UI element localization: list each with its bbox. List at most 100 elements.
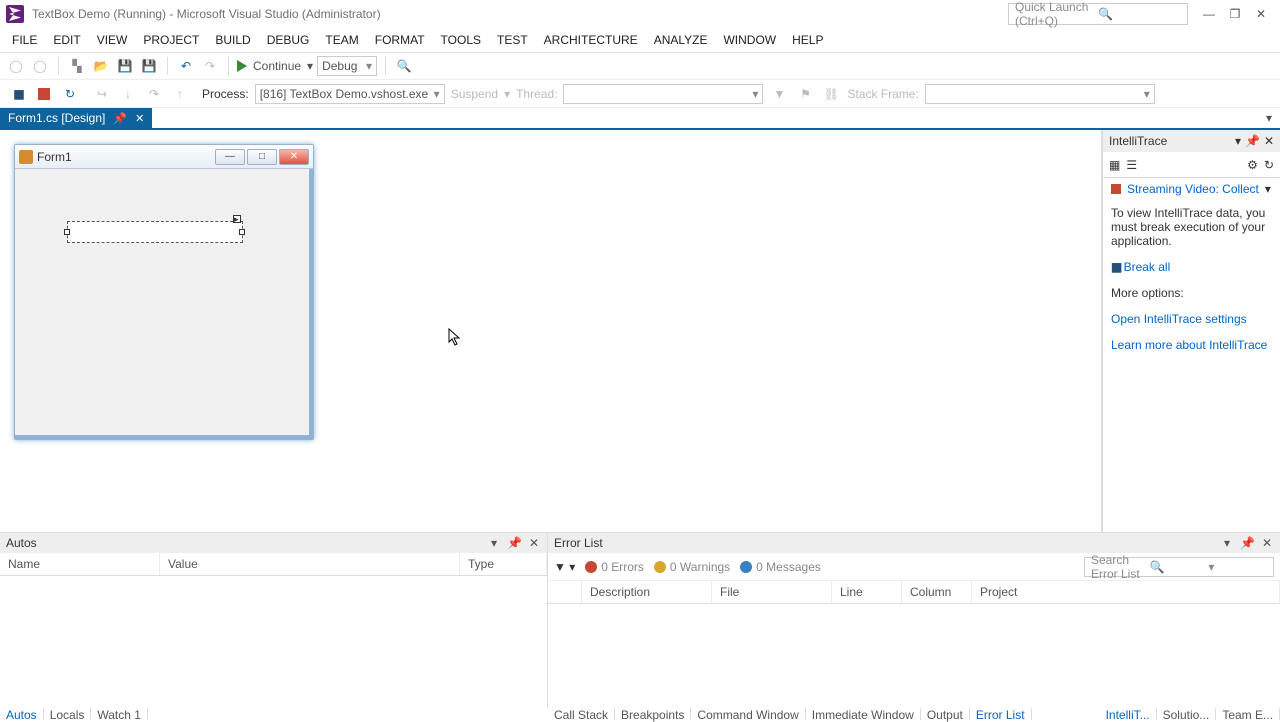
tab-output[interactable]: Output [921, 708, 970, 720]
continue-button[interactable]: Continue ▾ [237, 59, 313, 73]
menu-project[interactable]: PROJECT [135, 29, 207, 51]
open-file-button[interactable]: 📂 [91, 56, 111, 76]
panel-pin-icon[interactable]: 📌 [507, 536, 521, 550]
err-col-column[interactable]: Column [902, 581, 972, 603]
tab-callstack[interactable]: Call Stack [548, 708, 615, 720]
menu-help[interactable]: HELP [784, 29, 831, 51]
minimize-button[interactable]: — [1196, 4, 1222, 24]
resize-handle-left[interactable] [64, 229, 70, 235]
undo-button[interactable]: ↶ [176, 56, 196, 76]
autos-col-type[interactable]: Type [460, 553, 547, 575]
panel-close-icon[interactable]: ✕ [527, 536, 541, 550]
open-settings-link[interactable]: Open IntelliTrace settings [1103, 306, 1280, 332]
nav-back-button[interactable]: ◯ [6, 56, 26, 76]
filter-icon[interactable]: ▼ [769, 84, 789, 104]
tab-dropdown-icon[interactable]: ▾ [1258, 108, 1280, 128]
step-into-button[interactable]: ↓ [118, 84, 138, 104]
menu-team[interactable]: TEAM [317, 29, 366, 51]
it-settings-icon[interactable]: ⚙ [1247, 158, 1258, 172]
smart-tag-glyph[interactable] [233, 215, 241, 223]
menu-test[interactable]: TEST [489, 29, 536, 51]
threads-icon[interactable]: ⛓ [821, 84, 841, 104]
it-list-button[interactable]: ☰ [1126, 158, 1137, 172]
quick-launch-input[interactable]: Quick Launch (Ctrl+Q) 🔍 [1008, 3, 1188, 25]
tab-locals[interactable]: Locals [44, 708, 92, 720]
stop-button[interactable] [34, 84, 54, 104]
textbox-control[interactable] [67, 221, 243, 243]
step-over-button[interactable]: ↷ [144, 84, 164, 104]
save-all-button[interactable]: 💾 [139, 56, 159, 76]
pin-icon[interactable]: 📌 [113, 112, 127, 125]
panel-dropdown-icon[interactable]: ▾ [1235, 134, 1241, 148]
document-tab[interactable]: Form1.cs [Design] 📌 ✕ [0, 108, 152, 128]
form-client-area[interactable] [15, 169, 313, 439]
stackframe-combo[interactable]: ▾ [925, 84, 1155, 104]
panel-close-icon[interactable]: ✕ [1260, 536, 1274, 550]
tab-close-icon[interactable]: ✕ [135, 112, 144, 125]
panel-close-icon[interactable]: ✕ [1264, 134, 1274, 148]
restore-button[interactable]: ❐ [1222, 4, 1248, 24]
autos-col-name[interactable]: Name [0, 553, 160, 575]
new-project-button[interactable]: ▚ [67, 56, 87, 76]
restart-button[interactable]: ↻ [60, 84, 80, 104]
learn-more-link[interactable]: Learn more about IntelliTrace [1103, 332, 1280, 358]
panel-pin-icon[interactable]: 📌 [1245, 134, 1260, 148]
show-next-button[interactable]: ↪ [92, 84, 112, 104]
menu-debug[interactable]: DEBUG [259, 29, 318, 51]
resize-handle-right[interactable] [239, 229, 245, 235]
it-refresh-icon[interactable]: ↻ [1264, 158, 1274, 172]
form-close-button[interactable]: ✕ [279, 149, 309, 165]
err-col-description[interactable]: Description [582, 581, 712, 603]
errors-toggle[interactable]: 0 Errors [585, 560, 644, 574]
config-combo[interactable]: Debug ▾ [317, 56, 377, 76]
menu-edit[interactable]: EDIT [45, 29, 88, 51]
pause-icon: ▮▮ [1111, 260, 1120, 274]
messages-toggle[interactable]: 0 Messages [740, 560, 821, 574]
menu-view[interactable]: VIEW [89, 29, 136, 51]
pause-button[interactable]: ▮▮ [8, 84, 28, 104]
tab-immediate[interactable]: Immediate Window [806, 708, 921, 720]
streaming-video-row[interactable]: Streaming Video: Collect ▾ [1103, 178, 1280, 200]
err-col-file[interactable]: File [712, 581, 832, 603]
redo-button[interactable]: ↷ [200, 56, 220, 76]
err-col-line[interactable]: Line [832, 581, 902, 603]
menu-build[interactable]: BUILD [207, 29, 258, 51]
menu-format[interactable]: FORMAT [367, 29, 433, 51]
break-all-link[interactable]: ▮▮ Break all [1103, 254, 1280, 280]
find-in-files-button[interactable]: 🔍 [394, 56, 414, 76]
form-designer-window[interactable]: Form1 — □ ✕ [14, 144, 314, 440]
it-view-button[interactable]: ▦ [1109, 158, 1120, 172]
tab-errorlist[interactable]: Error List [970, 708, 1032, 720]
err-col-icon[interactable] [548, 581, 582, 603]
thread-combo[interactable]: ▾ [563, 84, 763, 104]
form-maximize-button[interactable]: □ [247, 149, 277, 165]
design-surface[interactable]: Form1 — □ ✕ [0, 130, 1102, 532]
tab-intellitrace[interactable]: IntelliT... [1100, 708, 1157, 720]
tab-team-explorer[interactable]: Team E... [1216, 708, 1280, 720]
tab-autos[interactable]: Autos [0, 708, 44, 720]
menu-architecture[interactable]: ARCHITECTURE [536, 29, 646, 51]
menu-window[interactable]: WINDOW [715, 29, 784, 51]
step-out-button[interactable]: ↑ [170, 84, 190, 104]
nav-forward-button[interactable]: ◯ [30, 56, 50, 76]
panel-dropdown-icon[interactable]: ▾ [1220, 536, 1234, 550]
error-search-input[interactable]: Search Error List 🔍▾ [1084, 557, 1274, 577]
err-col-project[interactable]: Project [972, 581, 1280, 603]
tab-solution[interactable]: Solutio... [1157, 708, 1217, 720]
autos-col-value[interactable]: Value [160, 553, 460, 575]
form-minimize-button[interactable]: — [215, 149, 245, 165]
filter-dropdown-icon[interactable]: ▼ ▾ [554, 560, 575, 574]
tab-watch1[interactable]: Watch 1 [91, 708, 148, 720]
tab-breakpoints[interactable]: Breakpoints [615, 708, 691, 720]
save-button[interactable]: 💾 [115, 56, 135, 76]
process-combo[interactable]: [816] TextBox Demo.vshost.exe ▾ [255, 84, 445, 104]
menu-tools[interactable]: TOOLS [433, 29, 489, 51]
tab-command[interactable]: Command Window [691, 708, 805, 720]
panel-dropdown-icon[interactable]: ▾ [487, 536, 501, 550]
panel-pin-icon[interactable]: 📌 [1240, 536, 1254, 550]
close-button[interactable]: ✕ [1248, 4, 1274, 24]
menu-analyze[interactable]: ANALYZE [646, 29, 716, 51]
warnings-toggle[interactable]: 0 Warnings [654, 560, 730, 574]
flag-icon[interactable]: ⚑ [795, 84, 815, 104]
menu-file[interactable]: FILE [4, 29, 45, 51]
